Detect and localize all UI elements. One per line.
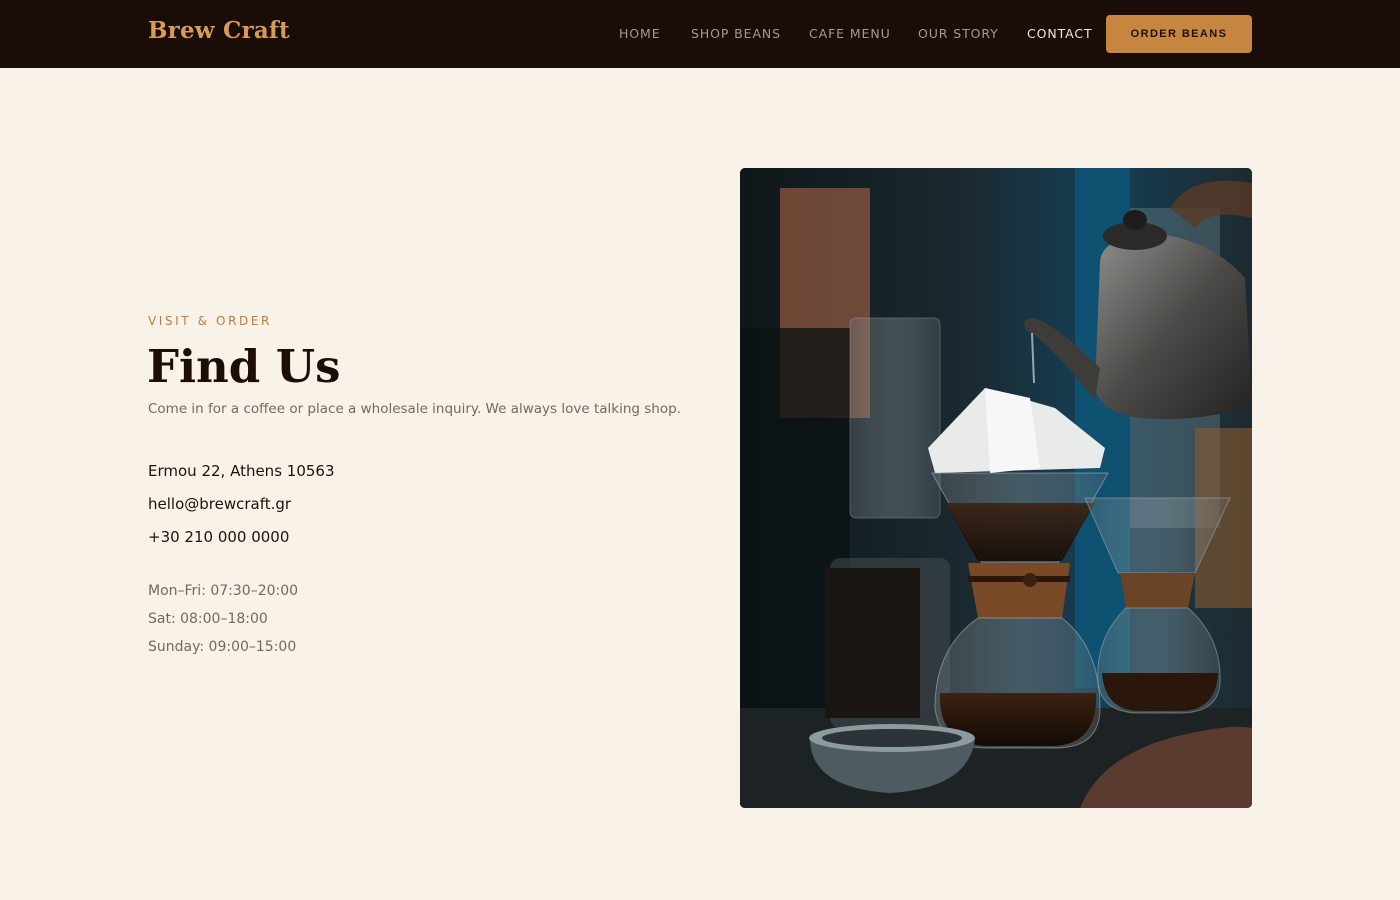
phone-link[interactable]: +30 210 000 0000 [148, 528, 289, 546]
page-subtitle: Come in for a coffee or place a wholesal… [148, 401, 681, 417]
pour-over-illustration [740, 168, 1252, 808]
section-eyebrow: VISIT & ORDER [148, 314, 272, 328]
nav-link-shop-beans[interactable]: SHOP BEANS [691, 26, 781, 41]
top-nav: Brew Craft HOME SHOP BEANS CAFE MENU OUR… [0, 0, 1400, 68]
nav-link-contact[interactable]: CONTACT [1027, 26, 1093, 41]
pour-over-coffee-photo [740, 168, 1252, 808]
order-beans-button[interactable]: ORDER BEANS [1106, 15, 1252, 53]
address-text: Ermou 22, Athens 10563 [148, 462, 335, 480]
page-title: Find Us [147, 340, 341, 393]
hours-weekdays: Mon–Fri: 07:30–20:00 [148, 583, 299, 599]
hours-sunday: Sunday: 09:00–15:00 [148, 639, 297, 655]
nav-link-our-story[interactable]: OUR STORY [918, 26, 999, 41]
email-link[interactable]: hello@brewcraft.gr [148, 495, 291, 513]
hours-saturday: Sat: 08:00–18:00 [148, 611, 268, 627]
nav-link-home[interactable]: HOME [619, 26, 661, 41]
brand-logo[interactable]: Brew Craft [148, 17, 290, 44]
nav-link-cafe-menu[interactable]: CAFE MENU [809, 26, 891, 41]
